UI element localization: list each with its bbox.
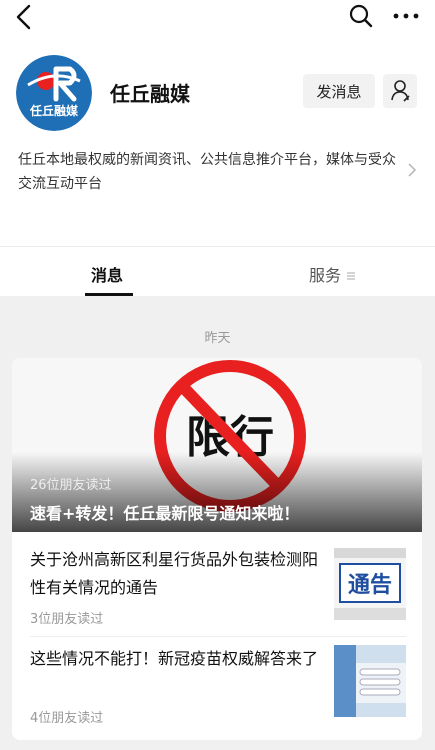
account-logo[interactable]: 任丘融媒 xyxy=(16,55,92,131)
thumb-notice-text: 通告 xyxy=(348,573,392,598)
notice-thumbnail: 通告 xyxy=(334,548,406,620)
date-label: 昨天 xyxy=(204,331,231,346)
account-description[interactable]: 任丘本地最权威的新闻资讯、公共信息推介平台，媒体与受众交流互动平台 xyxy=(18,148,398,196)
account-name: 任丘融媒 xyxy=(110,82,190,106)
item-readers: 3位朋友读过 xyxy=(30,612,104,627)
chevron-right-icon xyxy=(408,163,417,177)
item-title: 关于沧州高新区利星行货品外包装检测阳性有关情况的通告 xyxy=(30,550,319,597)
account-header: 任丘融媒 任丘融媒 发消息 任丘本地最权威的新闻资讯、公共信息推介平台，媒体与受… xyxy=(0,0,435,296)
tab-service-label: 服务 xyxy=(309,266,342,285)
item-readers: 4位朋友读过 xyxy=(30,711,104,726)
active-tab-indicator xyxy=(85,293,133,296)
menu-icon xyxy=(347,272,356,280)
divider xyxy=(0,246,435,247)
list-item[interactable]: 这些情况不能打！新冠疫苗权威解答来了 4位朋友读过 xyxy=(12,637,422,740)
search-icon[interactable] xyxy=(348,2,374,30)
tab-service[interactable]: 服务 xyxy=(309,262,356,286)
vaccine-thumbnail xyxy=(334,645,406,717)
more-icon[interactable] xyxy=(392,6,420,26)
tab-messages[interactable]: 消息 xyxy=(91,262,123,286)
send-message-button[interactable]: 发消息 xyxy=(303,74,375,108)
back-icon[interactable] xyxy=(10,2,36,32)
cover-article[interactable]: 限行 26位朋友读过 速看+转发！任丘最新限号通知来啦！ xyxy=(12,358,422,532)
profile-icon xyxy=(391,80,410,102)
item-title: 这些情况不能打！新冠疫苗权威解答来了 xyxy=(30,649,319,668)
logo-text: 任丘融媒 xyxy=(29,103,79,118)
cover-readers: 26位朋友读过 xyxy=(30,478,112,493)
cover-title: 速看+转发！任丘最新限号通知来啦！ xyxy=(30,504,300,523)
profile-button[interactable] xyxy=(383,74,417,108)
article-card: 限行 26位朋友读过 速看+转发！任丘最新限号通知来啦！ 关于沧州高新区利星行货… xyxy=(12,358,422,740)
list-item[interactable]: 关于沧州高新区利星行货品外包装检测阳性有关情况的通告 3位朋友读过 通告 xyxy=(12,532,422,636)
